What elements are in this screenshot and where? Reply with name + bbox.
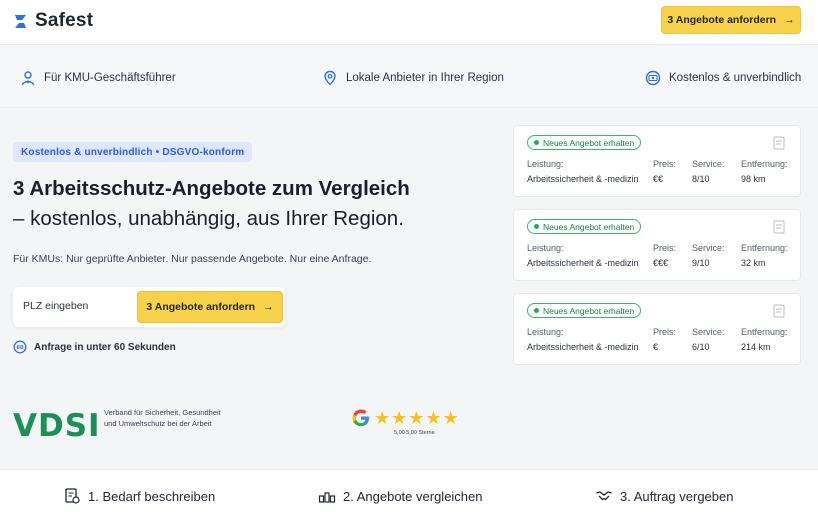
feature-local: Lokale Anbieter in Ihrer Region bbox=[322, 70, 504, 86]
header: Safest 3 Angebote anfordern → bbox=[0, 0, 818, 45]
service-type-value: Arbeitssicherheit & -medizin bbox=[527, 174, 639, 184]
hero-request-offers-button[interactable]: 3 Angebote anfordern → bbox=[137, 291, 283, 323]
feature-free: Kostenlos & unverbindlich bbox=[645, 70, 801, 86]
hero-headline: 3 Arbeitsschutz-Angebote zum Vergleich bbox=[13, 177, 410, 200]
price-label: Preis: bbox=[653, 159, 677, 169]
rating-value: 6/10 bbox=[692, 342, 710, 352]
header-cta-label: 3 Angebote anfordern bbox=[667, 14, 777, 26]
star-icon: ★ bbox=[442, 408, 459, 428]
response-time-note: 60 Anfrage in unter 60 Sekunden bbox=[13, 340, 176, 354]
new-offer-badge: Neues Angebot erhalten bbox=[527, 219, 642, 234]
new-offer-badge: Neues Angebot erhalten bbox=[527, 135, 642, 150]
google-rating-text: 5,00 5,00 Sterne bbox=[394, 430, 435, 436]
star-icon: ★ bbox=[408, 408, 425, 428]
arrow-right-icon: → bbox=[263, 301, 274, 313]
status-dot-icon bbox=[534, 308, 539, 313]
document-icon bbox=[773, 136, 785, 150]
service-type-label: Leistung: bbox=[527, 327, 564, 337]
google-logo-icon bbox=[352, 409, 369, 427]
step-label: 3. Auftrag vergeben bbox=[620, 488, 734, 504]
service-type-label: Leistung: bbox=[527, 243, 564, 253]
service-type-label: Leistung: bbox=[527, 159, 564, 169]
plz-input[interactable] bbox=[23, 300, 133, 312]
process-steps: 1. Bedarf beschreiben 2. Angebote vergle… bbox=[0, 469, 818, 521]
feature-label: Lokale Anbieter in Ihrer Region bbox=[346, 72, 504, 84]
user-tie-icon bbox=[21, 71, 35, 86]
document-icon bbox=[773, 304, 785, 318]
star-icon: ★ bbox=[374, 408, 391, 428]
offer-card: Neues Angebot erhalten Leistung: Preis: … bbox=[513, 125, 801, 197]
price-value: €€€ bbox=[653, 258, 669, 268]
distance-value: 98 km bbox=[741, 174, 766, 184]
rating-value: 8/10 bbox=[692, 174, 710, 184]
feature-kmu: Für KMU-Geschäftsführer bbox=[20, 70, 176, 86]
vdsi-description: Verband für Sicherheit, Gesundheit und U… bbox=[104, 408, 221, 428]
price-value: € bbox=[653, 342, 659, 352]
document-icon bbox=[773, 220, 785, 234]
service-type-value: Arbeitssicherheit & -medizin bbox=[527, 258, 639, 268]
rating-stars: ★ ★ ★ ★ ★ bbox=[374, 409, 459, 427]
timer-text: Anfrage in unter 60 Sekunden bbox=[34, 341, 176, 353]
arrow-right-icon: → bbox=[784, 14, 795, 26]
rating-value: 9/10 bbox=[692, 258, 710, 268]
hero-description: Für KMUs: Nur geprüfte Anbieter. Nur pas… bbox=[13, 253, 372, 265]
feature-strip: Für KMU-Geschäftsführer Lokale Anbieter … bbox=[0, 46, 818, 108]
offer-card: Neues Angebot erhalten Leistung: Preis: … bbox=[513, 209, 801, 281]
trust-badge: Kostenlos & unverbindlich • DSGVO-konfor… bbox=[13, 142, 253, 162]
rating-label: Service: bbox=[692, 159, 725, 169]
step-award: 3. Auftrag vergeben bbox=[595, 487, 733, 505]
step-compare: 2. Angebote vergleichen bbox=[318, 487, 483, 505]
money-icon bbox=[645, 70, 661, 86]
compare-icon bbox=[318, 492, 336, 503]
price-value: €€ bbox=[653, 174, 664, 184]
document-icon bbox=[65, 488, 80, 504]
distance-value: 214 km bbox=[741, 342, 771, 352]
hero-cta-label: 3 Angebote anfordern bbox=[146, 301, 256, 313]
brand-logo[interactable]: Safest bbox=[12, 10, 93, 32]
price-label: Preis: bbox=[653, 243, 677, 253]
step-label: 1. Bedarf beschreiben bbox=[88, 488, 216, 504]
offer-card: Neues Angebot erhalten Leistung: Preis: … bbox=[513, 293, 801, 365]
vdsi-logo: VDSI bbox=[13, 408, 101, 444]
svg-text:60: 60 bbox=[17, 345, 24, 351]
timer-icon: 60 bbox=[13, 340, 27, 354]
distance-value: 32 km bbox=[741, 258, 766, 268]
distance-label: Entfernung: bbox=[741, 159, 788, 169]
service-type-value: Arbeitssicherheit & -medizin bbox=[527, 342, 639, 352]
handshake-icon bbox=[596, 491, 612, 501]
price-label: Preis: bbox=[653, 327, 677, 337]
plz-form: 3 Angebote anfordern → bbox=[13, 287, 285, 327]
safest-logo-icon bbox=[15, 14, 26, 28]
header-request-offers-button[interactable]: 3 Angebote anfordern → bbox=[661, 6, 801, 34]
feature-label: Für KMU-Geschäftsführer bbox=[44, 72, 176, 84]
new-offer-badge: Neues Angebot erhalten bbox=[527, 303, 642, 318]
star-icon: ★ bbox=[425, 408, 442, 428]
feature-label: Kostenlos & unverbindlich bbox=[669, 72, 802, 84]
brand-name: Safest bbox=[35, 10, 94, 31]
hero-subheadline: – kostenlos, unabhängig, aus Ihrer Regio… bbox=[13, 207, 404, 230]
rating-label: Service: bbox=[692, 327, 725, 337]
distance-label: Entfernung: bbox=[741, 243, 788, 253]
distance-label: Entfernung: bbox=[741, 327, 788, 337]
google-rating: ★ ★ ★ ★ ★ bbox=[351, 408, 459, 428]
status-dot-icon bbox=[534, 224, 539, 229]
rating-label: Service: bbox=[692, 243, 725, 253]
star-icon: ★ bbox=[391, 408, 408, 428]
status-dot-icon bbox=[534, 140, 539, 145]
step-label: 2. Angebote vergleichen bbox=[343, 488, 483, 504]
location-pin-icon bbox=[324, 70, 336, 86]
step-describe: 1. Bedarf beschreiben bbox=[63, 487, 215, 505]
hero-section: Kostenlos & unverbindlich • DSGVO-konfor… bbox=[0, 109, 818, 469]
